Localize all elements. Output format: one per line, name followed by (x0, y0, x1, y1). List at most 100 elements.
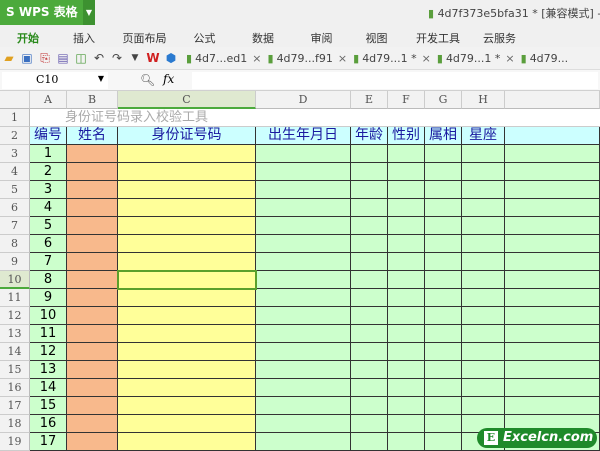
select-all-corner[interactable] (0, 91, 30, 109)
open-icon[interactable]: ▰ (0, 51, 18, 65)
data-cell[interactable] (118, 325, 256, 343)
menu-tab-2[interactable]: 页面布局 (112, 25, 177, 47)
row-header[interactable]: 5 (0, 181, 30, 199)
data-cell[interactable] (351, 199, 388, 217)
data-cell[interactable] (351, 271, 388, 289)
data-cell[interactable] (351, 181, 388, 199)
header-cell[interactable] (505, 127, 600, 145)
data-cell[interactable] (118, 379, 256, 397)
data-cell[interactable] (351, 253, 388, 271)
data-cell[interactable] (351, 379, 388, 397)
data-cell[interactable] (118, 289, 256, 307)
cube-icon[interactable]: ⬢ (162, 51, 180, 65)
data-cell[interactable] (256, 397, 351, 415)
row-header[interactable]: 9 (0, 253, 30, 271)
data-cell[interactable] (388, 253, 425, 271)
data-cell[interactable] (256, 163, 351, 181)
data-cell[interactable] (256, 325, 351, 343)
data-cell[interactable] (425, 271, 462, 289)
data-cell[interactable] (118, 163, 256, 181)
data-cell[interactable] (256, 343, 351, 361)
row-header[interactable]: 3 (0, 145, 30, 163)
data-cell[interactable] (351, 217, 388, 235)
app-dropdown-button[interactable]: ▼ (83, 0, 95, 25)
document-tab[interactable]: ▮ 4d79...1 * × (437, 52, 515, 65)
column-header[interactable]: C (118, 91, 256, 109)
document-tab[interactable]: ▮ 4d79... (521, 52, 569, 65)
data-cell[interactable] (425, 253, 462, 271)
data-cell[interactable] (256, 145, 351, 163)
data-cell[interactable] (505, 181, 600, 199)
data-cell[interactable] (118, 307, 256, 325)
header-cell[interactable]: 属相 (425, 127, 462, 145)
data-cell[interactable] (462, 289, 505, 307)
data-cell[interactable] (351, 361, 388, 379)
data-cell[interactable] (118, 235, 256, 253)
data-cell[interactable] (505, 163, 600, 181)
row-header[interactable]: 10 (0, 271, 30, 289)
header-cell[interactable]: 姓名 (67, 127, 118, 145)
id-cell[interactable]: 15 (30, 397, 67, 415)
data-cell[interactable] (505, 253, 600, 271)
row-header[interactable]: 11 (0, 289, 30, 307)
data-cell[interactable] (462, 181, 505, 199)
data-cell[interactable] (388, 325, 425, 343)
data-cell[interactable] (351, 307, 388, 325)
close-tab-icon[interactable]: × (252, 52, 261, 65)
column-header[interactable]: E (351, 91, 388, 109)
data-cell[interactable] (256, 181, 351, 199)
id-cell[interactable]: 12 (30, 343, 67, 361)
data-cell[interactable] (67, 145, 118, 163)
data-cell[interactable] (505, 289, 600, 307)
insert-function-button[interactable]: fx (163, 72, 174, 86)
column-header[interactable]: A (30, 91, 67, 109)
data-cell[interactable] (425, 289, 462, 307)
data-cell[interactable] (256, 235, 351, 253)
export-pdf-icon[interactable]: ⎘ (36, 51, 54, 66)
data-cell[interactable] (256, 433, 351, 451)
data-cell[interactable] (118, 361, 256, 379)
document-tab[interactable]: ▮ 4d7...ed1 × (186, 52, 262, 65)
data-cell[interactable] (118, 271, 256, 289)
data-cell[interactable] (351, 343, 388, 361)
undo-icon[interactable]: ↶ (90, 51, 108, 65)
data-cell[interactable] (505, 307, 600, 325)
row-header[interactable]: 6 (0, 199, 30, 217)
data-cell[interactable] (388, 361, 425, 379)
data-cell[interactable] (462, 397, 505, 415)
data-cell[interactable] (505, 145, 600, 163)
data-cell[interactable] (425, 379, 462, 397)
data-cell[interactable] (462, 163, 505, 181)
header-cell[interactable]: 年龄 (351, 127, 388, 145)
data-cell[interactable] (67, 307, 118, 325)
data-cell[interactable] (256, 307, 351, 325)
id-cell[interactable]: 1 (30, 145, 67, 163)
data-cell[interactable] (67, 181, 118, 199)
row-header[interactable]: 7 (0, 217, 30, 235)
data-cell[interactable] (388, 271, 425, 289)
data-cell[interactable] (67, 415, 118, 433)
data-cell[interactable] (118, 415, 256, 433)
row-header[interactable]: 2 (0, 127, 30, 145)
data-cell[interactable] (462, 343, 505, 361)
menu-tab-5[interactable]: 审阅 (294, 25, 349, 47)
data-cell[interactable] (388, 217, 425, 235)
data-cell[interactable] (462, 379, 505, 397)
data-cell[interactable] (256, 361, 351, 379)
column-header[interactable]: G (425, 91, 462, 109)
data-cell[interactable] (505, 271, 600, 289)
id-cell[interactable]: 4 (30, 199, 67, 217)
data-cell[interactable] (256, 415, 351, 433)
data-cell[interactable] (505, 379, 600, 397)
data-cell[interactable] (425, 361, 462, 379)
data-cell[interactable] (67, 163, 118, 181)
id-cell[interactable]: 7 (30, 253, 67, 271)
data-cell[interactable] (462, 235, 505, 253)
data-cell[interactable] (351, 163, 388, 181)
document-tab[interactable]: ▮ 4d79...1 * × (353, 52, 431, 65)
row-header[interactable]: 17 (0, 397, 30, 415)
data-cell[interactable] (118, 253, 256, 271)
id-cell[interactable]: 5 (30, 217, 67, 235)
id-cell[interactable]: 17 (30, 433, 67, 451)
data-cell[interactable] (67, 217, 118, 235)
